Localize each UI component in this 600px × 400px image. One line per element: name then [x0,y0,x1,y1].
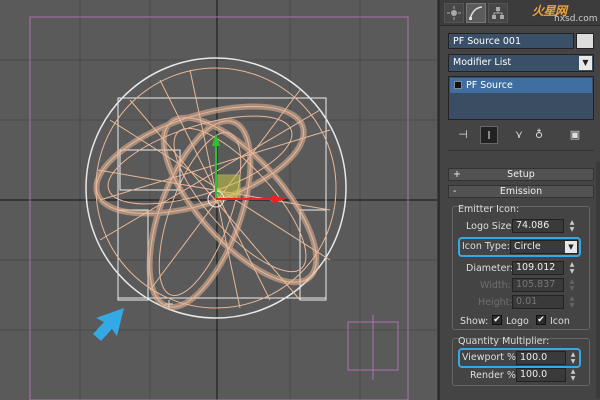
viewport-percent-spinner[interactable]: ▲ ▼ [569,351,577,365]
tab-modify[interactable] [466,3,486,23]
render-percent-label: Render % [470,370,516,381]
modifier-list-label: Modifier List [453,57,512,68]
icon-type-label: Icon Type: [462,241,510,252]
width-spinner: ▲ ▼ [569,278,575,292]
show-logo-checkbox[interactable]: ✔ [492,315,502,325]
render-percent-spinner[interactable]: ▲ ▼ [569,368,577,382]
show-end-result-icon[interactable]: Ⅰ [480,126,498,144]
modify-curve-icon [469,6,483,20]
stack-item-label: PF Source [466,80,513,91]
mini-frame [347,315,399,380]
viewport-perspective[interactable] [0,0,438,400]
chevron-down-icon: ▼ [579,56,592,70]
viewport-percent-field[interactable]: 100.0 [516,351,566,365]
brand-watermark: 火星网 hxsd.com [532,2,600,24]
diameter-spinner[interactable]: ▲ ▼ [568,261,576,275]
width-field: 105.837 [512,278,564,292]
stack-toolbar: ⊣ Ⅰ ⋎ ♁ ▣ [448,126,594,146]
quantity-multiplier-label: Quantity Multiplier: [458,336,550,347]
wireframe-knot [93,67,337,311]
logo-size-spinner[interactable]: ▲ ▼ [568,219,576,233]
arrow-pointer-icon [93,308,124,341]
rollout-setup[interactable]: + Setup [448,168,594,181]
height-field: 0.01 [512,295,564,309]
emitter-icon-group-label: Emitter Icon: [458,204,520,215]
height-spinner: ▲ ▼ [569,295,575,309]
show-label: Show: [460,316,489,327]
rollout-emission-sign: - [453,186,457,197]
logo-size-field[interactable]: 74.086 [512,219,564,233]
hierarchy-icon [492,7,504,19]
sun-icon [447,6,461,20]
icon-type-dropdown[interactable]: Circle ▼ [510,240,578,254]
tab-create[interactable] [444,3,464,23]
configure-sets-icon[interactable]: ▣ [566,126,584,144]
show-icon-label: Icon [550,316,570,327]
icon-type-value: Circle [514,241,541,252]
expand-icon[interactable] [454,81,462,89]
logo-size-label: Logo Size: [466,221,515,232]
pin-stack-icon[interactable]: ⊣ [454,126,472,144]
show-icon-checkbox[interactable]: ✔ [536,315,546,325]
tab-hierarchy[interactable] [488,3,508,23]
modifier-stack[interactable]: PF Source [448,76,594,120]
divider [448,150,594,151]
diameter-label: Diameter: [466,263,514,274]
rollout-emission-label: Emission [499,186,543,197]
render-percent-field[interactable]: 100.0 [516,368,566,382]
make-unique-icon[interactable]: ⋎ [510,126,528,144]
stack-item-pf-source[interactable]: PF Source [450,78,592,93]
show-logo-label: Logo [506,316,529,327]
viewport-percent-label: Viewport % [462,352,517,363]
object-name-field[interactable]: PF Source 001 [448,33,574,49]
rollout-setup-label: Setup [507,169,535,180]
rollout-setup-sign: + [453,169,461,180]
width-label: Width: [480,280,511,291]
chevron-down-icon: ▼ [565,241,577,253]
modifier-list-dropdown[interactable]: Modifier List ▼ [448,54,594,72]
panel-scrollbar[interactable] [596,162,600,398]
diameter-field[interactable]: 109.012 [512,261,564,275]
viewport-canvas[interactable] [0,0,438,400]
remove-modifier-icon[interactable]: ♁ [530,126,548,144]
brand-url: hxsd.com [554,14,598,24]
height-label: Height: [478,297,513,308]
object-color-swatch[interactable] [576,33,594,49]
rollout-emission[interactable]: - Emission [448,185,594,198]
command-panel: 火星网 hxsd.com PF Source 001 Modifier List… [438,0,600,400]
panel-tabs: 火星网 hxsd.com [440,0,600,26]
